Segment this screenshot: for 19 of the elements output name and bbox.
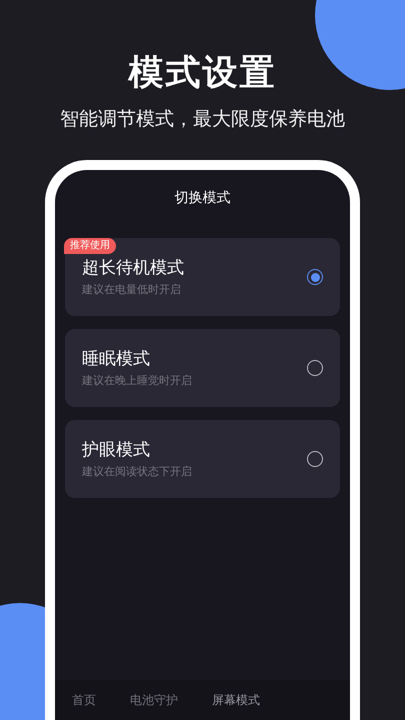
mode-card[interactable]: 护眼模式 建议在阅读状态下开启 xyxy=(65,420,340,498)
nav-tab[interactable]: 屏幕模式 xyxy=(212,692,260,708)
promo-subtitle: 智能调节模式，最大限度保养电池 xyxy=(60,107,345,132)
mode-card[interactable]: 推荐使用 超长待机模式 建议在电量低时开启 xyxy=(65,238,340,316)
mode-name: 护眼模式 xyxy=(82,439,151,461)
radio-button[interactable] xyxy=(307,360,323,376)
screen-title: 切换模式 xyxy=(174,189,230,208)
mode-hint: 建议在阅读状态下开启 xyxy=(82,465,193,479)
nav-tab[interactable]: 首页 xyxy=(72,692,96,708)
nav-tab[interactable]: 电池守护 xyxy=(130,692,178,708)
radio-button[interactable] xyxy=(307,269,323,285)
mode-card[interactable]: 睡眠模式 建议在晚上睡觉时开启 xyxy=(65,329,340,407)
recommend-badge: 推荐使用 xyxy=(64,238,116,254)
promo-title: 模式设置 xyxy=(128,52,276,95)
mode-hint: 建议在晚上睡觉时开启 xyxy=(82,374,193,388)
mode-name: 超长待机模式 xyxy=(82,257,185,279)
mode-name: 睡眠模式 xyxy=(82,348,151,370)
mode-hint: 建议在电量低时开启 xyxy=(82,283,182,297)
radio-button[interactable] xyxy=(307,451,323,467)
